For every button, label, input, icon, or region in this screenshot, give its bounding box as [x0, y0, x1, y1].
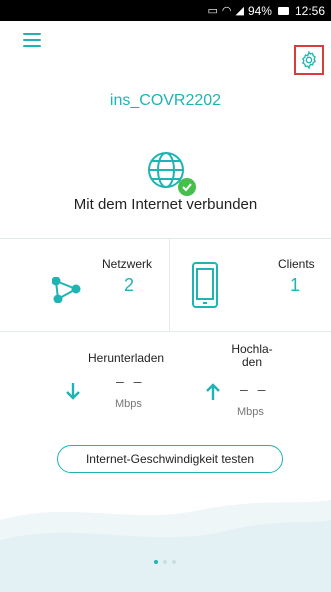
- settings-button[interactable]: [294, 45, 324, 75]
- screen-cast-icon: ▭: [207, 5, 218, 17]
- battery-icon: [277, 6, 289, 15]
- device-name: ins_COVR2202: [109, 92, 222, 109]
- connection-status: Mit dem Internet verbunden: [73, 196, 258, 213]
- check-icon: [178, 178, 196, 196]
- page-dot[interactable]: [172, 560, 176, 564]
- menu-icon: [23, 33, 41, 35]
- divider: [169, 239, 170, 331]
- internet-status-graphic: [146, 150, 196, 200]
- clients-label: Clients: [278, 257, 315, 271]
- wifi-icon: ◠: [221, 5, 232, 17]
- top-bar: [0, 21, 331, 65]
- stats-panel: Netzwerk 2 Clients 1: [0, 238, 331, 332]
- battery-percent: 94%: [247, 3, 272, 18]
- menu-button[interactable]: [23, 33, 41, 47]
- gear-icon: [302, 50, 316, 70]
- network-label: Netzwerk: [102, 257, 153, 271]
- upload-label: Hochla-den: [231, 342, 273, 369]
- page-dot-active[interactable]: [154, 560, 158, 564]
- status-bar: ▭ ◠ ◢ 94% 12:56: [0, 0, 331, 21]
- speed-test-button[interactable]: Internet-Geschwindigkeit testen: [57, 445, 283, 473]
- download-unit: Mbps: [115, 398, 142, 410]
- page-dot[interactable]: [163, 560, 167, 564]
- download-arrow-icon: [66, 383, 80, 400]
- download-label: Herunterladen: [88, 351, 165, 365]
- upload-value: – –: [240, 381, 269, 397]
- upload-unit: Mbps: [237, 406, 264, 418]
- signal-icon: ◢: [235, 5, 244, 17]
- phone-icon: [192, 262, 218, 308]
- clients-count: 1: [290, 275, 301, 295]
- network-count: 2: [124, 275, 135, 295]
- download-value: – –: [116, 373, 145, 389]
- decorative-wave: [0, 500, 331, 592]
- page-indicator[interactable]: [154, 560, 176, 564]
- clock: 12:56: [294, 3, 325, 18]
- upload-arrow-icon: [206, 383, 220, 400]
- network-topology-icon: [52, 277, 81, 303]
